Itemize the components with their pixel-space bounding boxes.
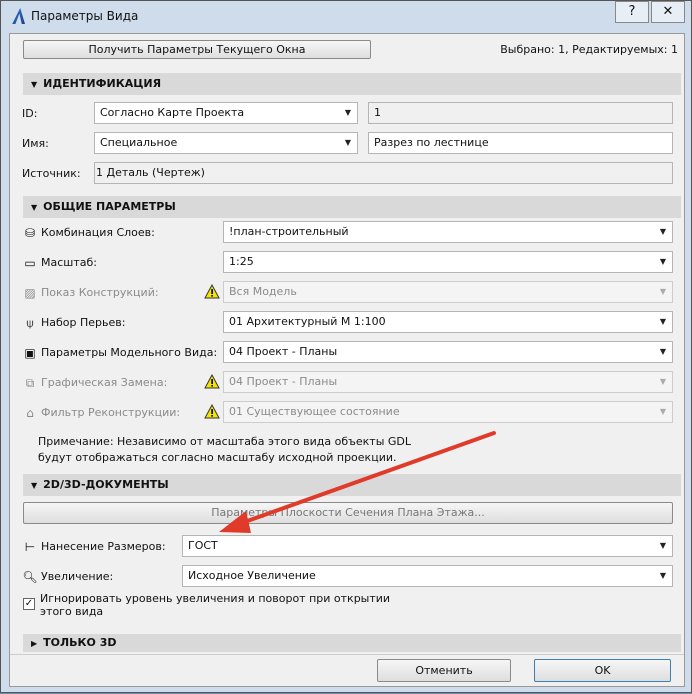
red-annotation-arrow bbox=[219, 431, 496, 533]
dialog-window: Параметры Вида ? ✕ Получить Параметры Те… bbox=[0, 0, 692, 693]
